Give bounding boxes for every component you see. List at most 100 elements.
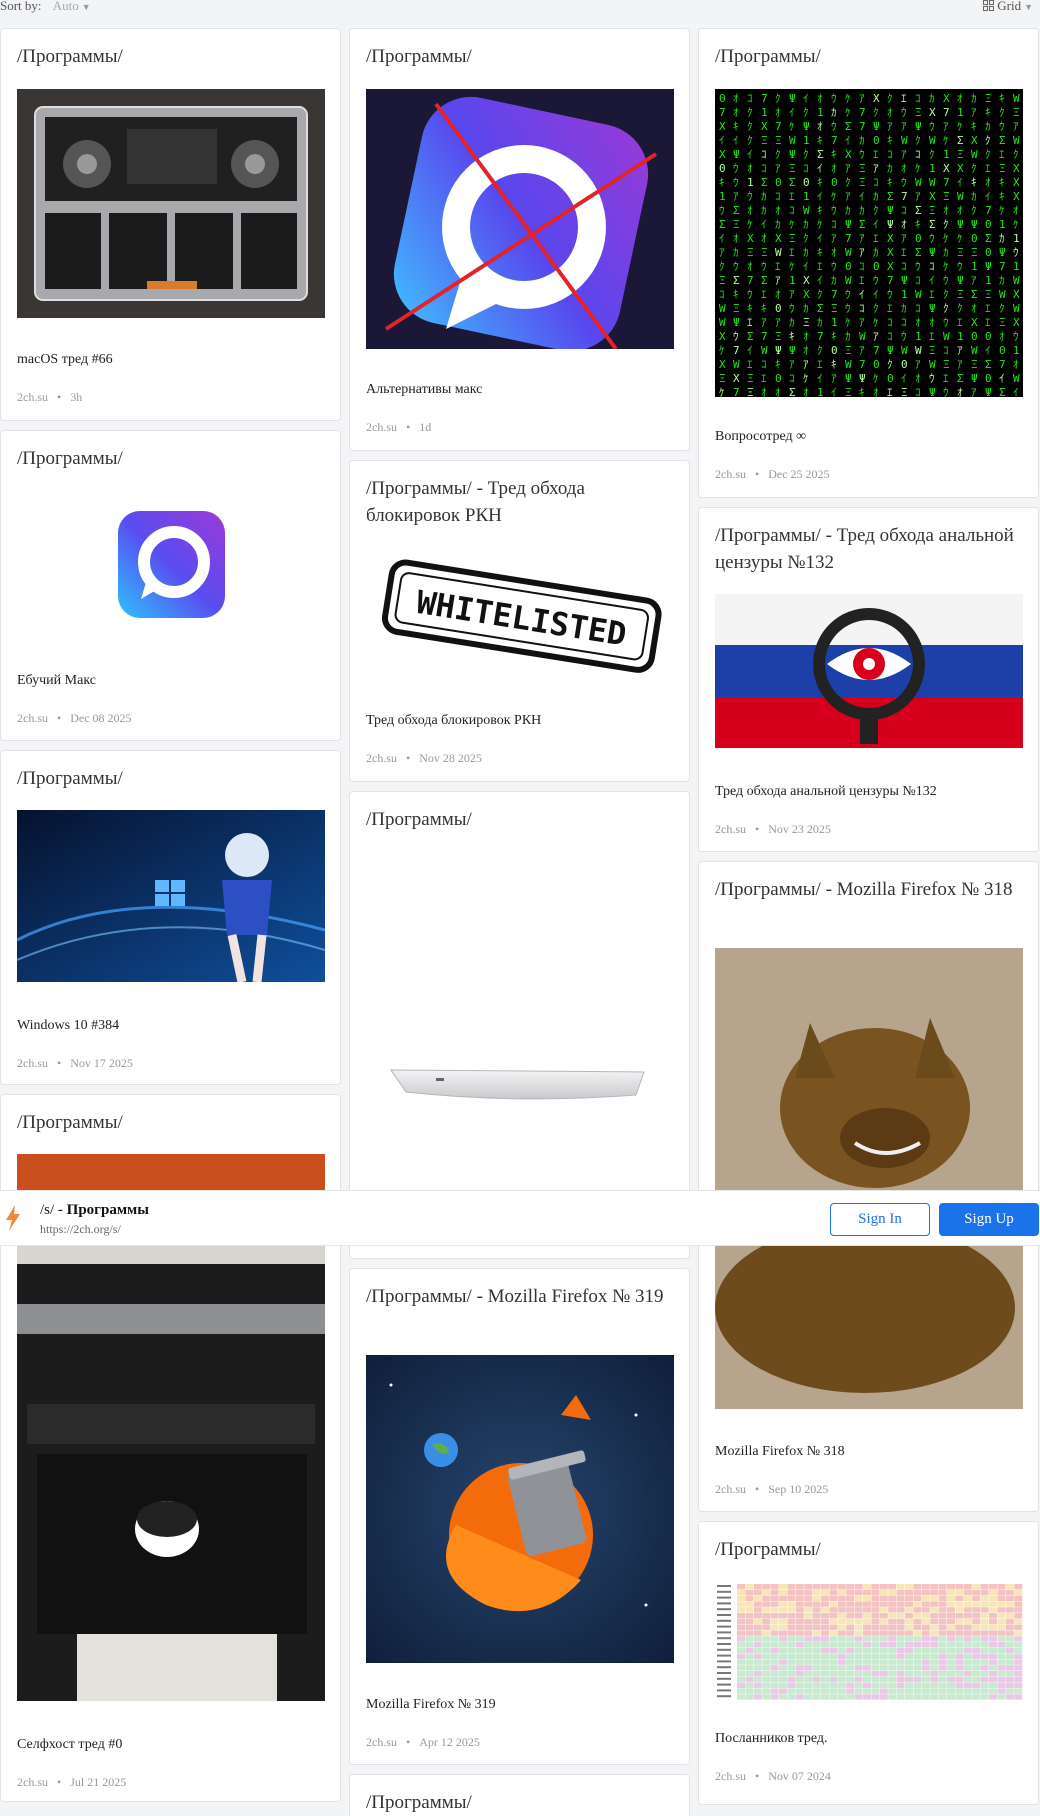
thread-card[interactable]: /Программы/ - Mozilla Firefox № 318 Mozi… (698, 861, 1039, 1512)
svg-text:ｳ: ｳ (719, 204, 725, 217)
svg-text:ｸ: ｸ (929, 148, 935, 161)
svg-text:0: 0 (803, 176, 810, 189)
source-label[interactable]: 2ch.su (715, 467, 746, 481)
thread-name[interactable]: Windows 10 #384 (17, 1018, 119, 1034)
svg-text:Ξ: Ξ (999, 162, 1006, 175)
svg-text:ｵ: ｵ (887, 106, 893, 119)
svg-text:ｶ: ｶ (789, 316, 795, 329)
svg-text:ｸ: ｸ (775, 92, 781, 105)
thread-name[interactable]: Альтернативы макс (366, 382, 482, 398)
source-label[interactable]: 2ch.su (17, 1056, 48, 1070)
svg-text:7: 7 (985, 204, 992, 217)
svg-text:ｱ: ｱ (789, 358, 795, 371)
thread-card[interactable]: /Программы/ macOS тред #66 2ch.su • 3h (0, 28, 341, 421)
svg-text:ｹ: ｹ (789, 218, 795, 231)
svg-text:ｵ: ｵ (733, 92, 739, 105)
svg-text:ｵ: ｵ (985, 176, 991, 189)
thread-card[interactable]: /Программы/ - Mozilla Firefox № 319 Mozi… (349, 1268, 690, 1765)
source-label[interactable]: 2ch.su (17, 1775, 48, 1789)
source-label[interactable]: 2ch.su (17, 390, 48, 404)
svg-text:Ξ: Ξ (831, 302, 838, 315)
source-label[interactable]: 2ch.su (715, 822, 746, 836)
svg-text:W: W (733, 358, 740, 371)
thread-name[interactable]: Mozilla Firefox № 319 (366, 1697, 496, 1713)
thread-name[interactable]: Ебучий Макс (17, 673, 96, 689)
thread-name[interactable]: Селфхост тред #0 (17, 1737, 122, 1753)
svg-text:ｸ: ｸ (873, 302, 879, 315)
svg-text:ｳ: ｳ (873, 274, 879, 287)
source-label[interactable]: 2ch.su (366, 420, 397, 434)
thread-card[interactable]: /Программы/ Ебучий Макс 2ch.su • Dec 08 20… (0, 430, 341, 741)
svg-text:ｲ: ｲ (901, 372, 907, 385)
svg-text:ｸ: ｸ (873, 106, 879, 119)
view-toggle[interactable]: Grid ▼ (983, 0, 1033, 14)
thread-card[interactable]: /Программы/ Альтернативы макс 2ch.su • 1d (349, 28, 690, 451)
thread-name[interactable]: Mozilla Firefox № 318 (715, 1444, 845, 1460)
thread-name[interactable]: macOS тред #66 (17, 352, 113, 368)
svg-text:0: 0 (845, 260, 852, 273)
thread-card[interactable]: /Программы/ (349, 1774, 690, 1816)
svg-text:ｶ: ｶ (873, 246, 879, 259)
board-url[interactable]: https://2ch.org/s/ (40, 1222, 121, 1237)
svg-text:Ψ: Ψ (887, 344, 894, 357)
sort-value[interactable]: Auto (53, 0, 79, 13)
source-label[interactable]: 2ch.su (715, 1769, 746, 1783)
svg-text:ｲ: ｲ (817, 232, 823, 245)
thread-card[interactable]: /Программы/ - Тред обхода блокировок РКН… (349, 460, 690, 782)
board-name[interactable]: /s/ - Программы (40, 1202, 149, 1219)
source-label[interactable]: 2ch.su (715, 1482, 746, 1496)
svg-text:ｳ: ｳ (929, 232, 935, 245)
thread-card[interactable]: /Программы/ - Тред обхода анальной цензу… (698, 507, 1039, 852)
sign-up-button[interactable]: Sign Up (939, 1203, 1039, 1236)
svg-text:ｷ: ｷ (817, 204, 823, 217)
svg-text:W: W (775, 246, 782, 259)
thread-card[interactable]: /Программы/ Посланников тред. 2ch.su • Nov… (698, 1521, 1039, 1805)
svg-text:X: X (887, 232, 894, 245)
thread-name[interactable]: Тред обхода анальной цензуры №132 (715, 784, 937, 800)
svg-text:ｸ: ｸ (943, 288, 949, 301)
sort-control[interactable]: Sort by: Auto ▼ (0, 0, 91, 14)
source-label[interactable]: 2ch.su (17, 711, 48, 725)
svg-text:ｺ: ｺ (915, 274, 921, 287)
svg-text:ｱ: ｱ (957, 358, 963, 371)
svg-text:ｳ: ｳ (831, 260, 837, 273)
sign-in-button[interactable]: Sign In (830, 1203, 930, 1236)
svg-text:ｷ: ｷ (817, 134, 823, 147)
svg-text:ｶ: ｶ (845, 330, 851, 343)
svg-text:ｱ: ｱ (733, 190, 739, 203)
svg-text:7: 7 (943, 106, 950, 119)
thread-image (715, 594, 1023, 748)
source-label[interactable]: 2ch.su (366, 751, 397, 765)
timestamp: 3h (70, 390, 83, 404)
svg-text:X: X (775, 232, 782, 245)
svg-text:ｷ: ｷ (915, 218, 921, 231)
svg-text:ｴ: ｴ (929, 330, 935, 343)
timestamp: Nov 23 2025 (768, 822, 831, 836)
thread-card[interactable]: /Программы/ (349, 791, 690, 1259)
svg-text:Ξ: Ξ (719, 274, 726, 287)
thread-name[interactable]: Вопросотред ∞ (715, 429, 806, 445)
svg-text:ｹ: ｹ (719, 386, 725, 397)
thread-card[interactable]: /Программы/ 0ｵｺ7ｸΨｲｵｳｹｱXｸｴｺｶXｵｶΞｷW7ｵｸ1ｵｲ… (698, 28, 1039, 498)
svg-text:7: 7 (859, 106, 866, 119)
svg-text:Σ: Σ (929, 218, 936, 231)
thread-name[interactable]: Тред обхода блокировок РКН (366, 713, 541, 729)
card-title: /Программы/ (17, 448, 123, 469)
svg-text:Σ: Σ (957, 372, 964, 385)
svg-text:Ψ: Ψ (985, 260, 992, 273)
thread-card[interactable]: /Программы/ Windows 10 #384 2ch.su • Nov 1… (0, 750, 341, 1085)
svg-text:X: X (887, 260, 894, 273)
svg-text:ｶ: ｶ (803, 218, 809, 231)
sort-label: Sort by: (0, 0, 42, 13)
svg-text:ｷ: ｷ (971, 120, 977, 133)
svg-text:ｵ: ｵ (873, 386, 879, 397)
svg-text:W: W (789, 134, 796, 147)
svg-text:ｱ: ｱ (971, 386, 977, 397)
svg-text:ｶ: ｶ (999, 274, 1005, 287)
svg-text:ｶ: ｶ (943, 246, 949, 259)
timestamp: Nov 28 2025 (419, 751, 482, 765)
svg-text:W: W (957, 190, 964, 203)
thread-name[interactable]: Посланников тред. (715, 1731, 828, 1747)
svg-text:Ξ: Ξ (957, 288, 964, 301)
source-label[interactable]: 2ch.su (366, 1735, 397, 1749)
